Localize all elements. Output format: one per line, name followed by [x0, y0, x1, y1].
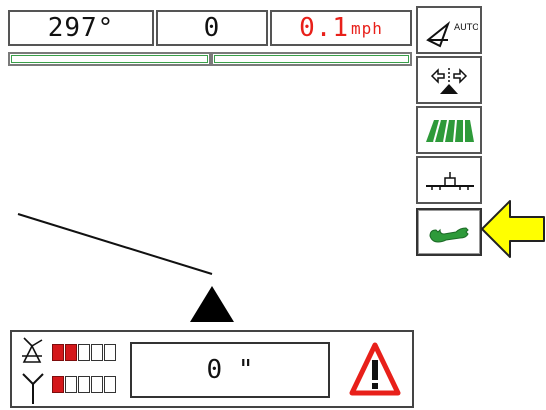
- heading-readout: 297°: [8, 10, 154, 46]
- status-panel: 0 ": [10, 330, 414, 408]
- guidance-view: [17, 213, 234, 322]
- crop-rows-icon: [426, 119, 474, 143]
- left-lightbar: [8, 52, 211, 66]
- signal-cell: [78, 376, 90, 393]
- radio-signal-bars: [52, 376, 116, 393]
- center-value: 0: [203, 13, 221, 43]
- heading-value: 297°: [47, 13, 115, 43]
- guidance-line: [17, 213, 213, 275]
- cross-track-error-value: 0 ": [206, 355, 254, 385]
- implement-boom-icon: [426, 172, 474, 190]
- gps-satellite-icon: [22, 337, 43, 363]
- signal-cell: [52, 376, 64, 393]
- center-readout: 0: [156, 10, 268, 46]
- speed-value: 0.1: [299, 13, 350, 43]
- signal-cell: [91, 344, 103, 361]
- speed-unit: mph: [351, 18, 383, 38]
- auto-steer-button[interactable]: AUTO: [416, 6, 482, 54]
- vehicle-triangle: [190, 286, 234, 322]
- gps-signal-bars: [52, 344, 116, 361]
- signal-cell: [91, 376, 103, 393]
- signal-cell: [65, 344, 77, 361]
- cross-track-error-display: 0 ": [130, 342, 330, 398]
- signal-cell: [104, 376, 116, 393]
- radio-antenna-icon: [22, 373, 44, 404]
- signal-cell: [78, 344, 90, 361]
- settings-button[interactable]: [416, 208, 482, 256]
- auto-label: AUTO: [454, 23, 478, 33]
- signal-cell: [52, 344, 64, 361]
- nudge-button[interactable]: [416, 56, 482, 104]
- speed-readout: 0.1 mph: [270, 10, 412, 46]
- wrench-icon: [429, 227, 469, 243]
- warning-triangle-icon[interactable]: [348, 340, 402, 400]
- implement-button[interactable]: [416, 156, 482, 204]
- signal-cell: [65, 376, 77, 393]
- left-right-nudge-icon: [430, 68, 468, 94]
- swath-button[interactable]: [416, 106, 482, 154]
- signal-cell: [104, 344, 116, 361]
- right-lightbar: [211, 52, 412, 66]
- highlight-arrow-icon: [481, 200, 545, 258]
- vehicle-auto-icon: AUTO: [426, 20, 478, 48]
